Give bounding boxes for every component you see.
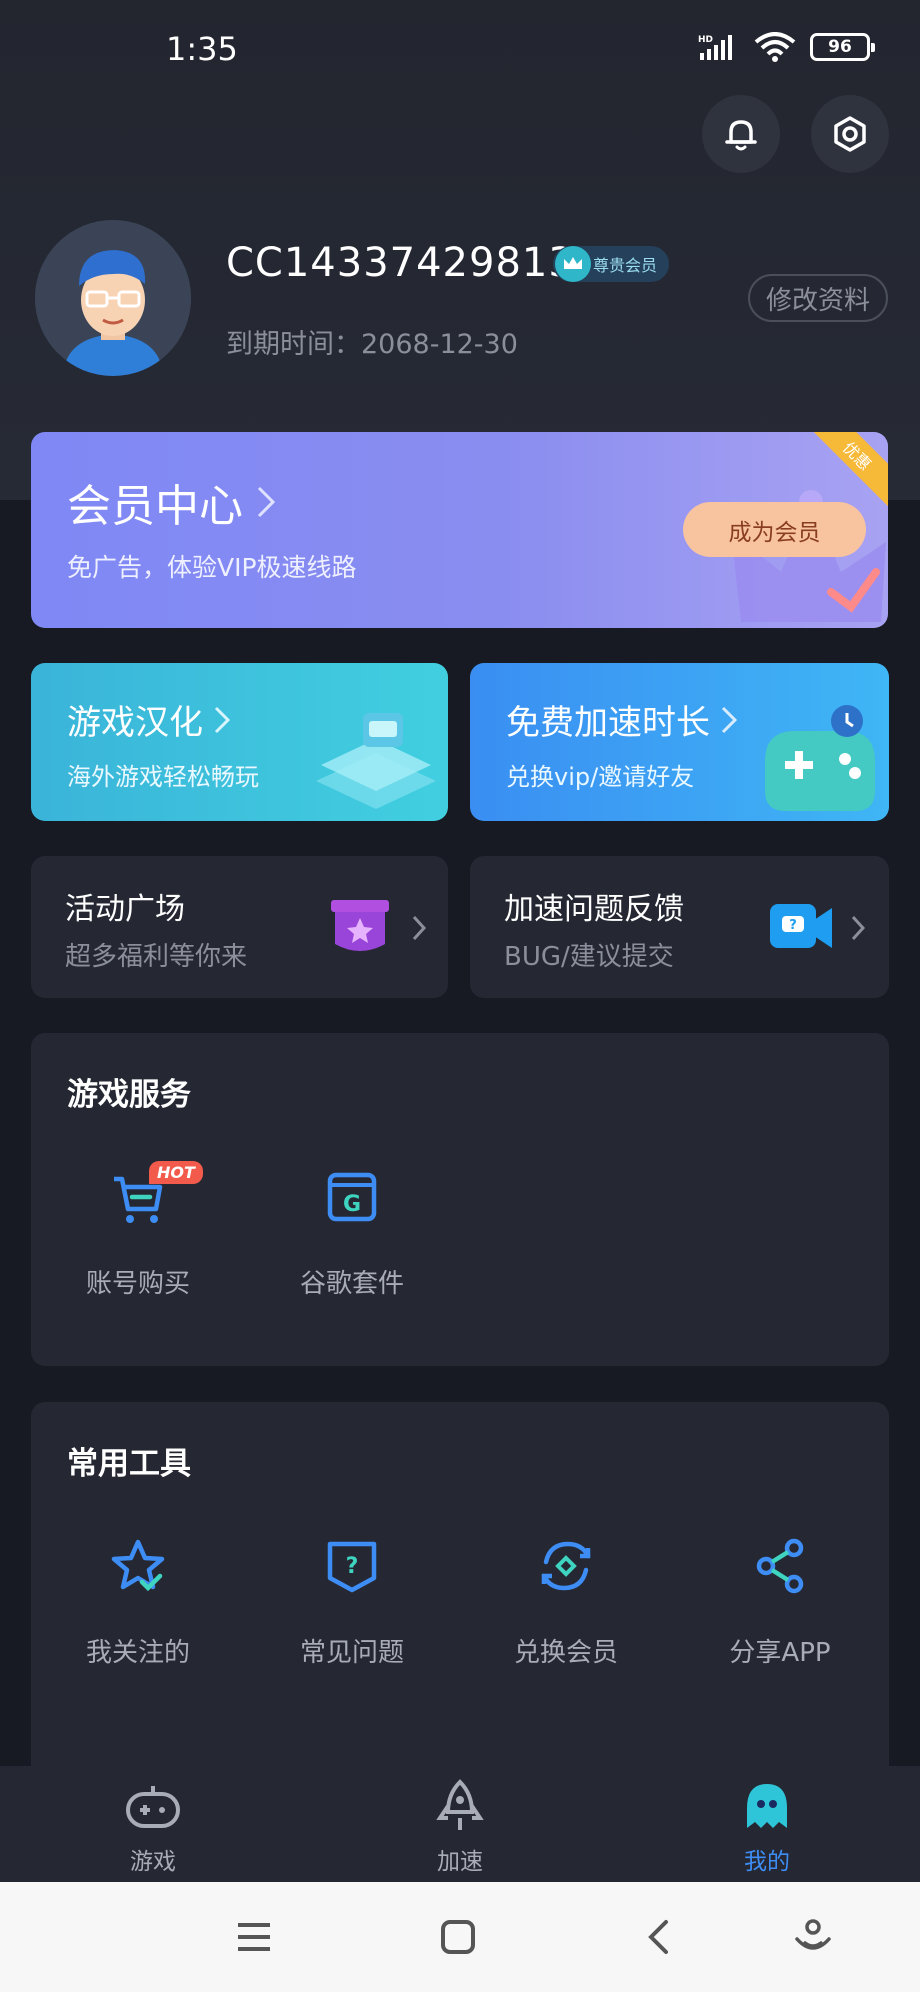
- bell-icon: [725, 120, 757, 151]
- followed-label: 我关注的: [85, 1638, 190, 1668]
- game-localization-title: 游戏汉化: [67, 695, 231, 744]
- game-localization-card[interactable]: 游戏汉化 海外游戏轻松畅玩: [31, 663, 448, 821]
- signal-icon: HD: [698, 35, 732, 60]
- become-member-button[interactable]: 成为会员: [683, 502, 866, 557]
- google-suite-label: 谷歌套件: [299, 1269, 404, 1299]
- avatar[interactable]: [35, 220, 191, 376]
- redeem-member-label: 兑换会员: [513, 1638, 618, 1668]
- svg-text:?: ?: [789, 918, 797, 933]
- expire-date: 到期时间：2068-12-30: [226, 329, 518, 360]
- menu-nav-button[interactable]: [229, 1912, 279, 1962]
- system-navigation-bar: [0, 1882, 920, 1992]
- tools-title: 常用工具: [67, 1446, 191, 1482]
- status-icons: HD 96: [698, 32, 875, 62]
- chevron-right-icon: [214, 706, 231, 733]
- free-time-label: 免费加速时长: [506, 703, 710, 743]
- vip-badge-label: 尊贵会员: [593, 256, 658, 275]
- gift-box-icon: [331, 900, 389, 951]
- activity-plaza-title: 活动广场: [65, 892, 185, 927]
- assistant-nav-button[interactable]: [788, 1912, 838, 1962]
- member-center-title: 会员中心: [67, 470, 277, 534]
- home-square-icon: [441, 1920, 475, 1954]
- gamepad-icon: [126, 1786, 180, 1828]
- share-app-label: 分享APP: [729, 1638, 831, 1668]
- hot-badge: HOT: [149, 1161, 203, 1184]
- account-purchase-label: 账号购买: [85, 1269, 190, 1299]
- back-icon: [648, 1920, 668, 1954]
- free-time-subtitle: 兑换vip/邀请好友: [506, 763, 695, 791]
- status-time: 1:35: [166, 30, 238, 68]
- battery-indicator: 96: [810, 33, 875, 61]
- game-services-title: 游戏服务: [67, 1077, 191, 1113]
- member-center-subtitle: 免广告，体验VIP极速线路: [67, 553, 357, 582]
- question-icon: ?: [327, 1541, 377, 1593]
- feedback-card[interactable]: 加速问题反馈 BUG/建议提交 ?: [470, 856, 889, 998]
- google-icon: G: [327, 1172, 377, 1222]
- tab-mine[interactable]: 我的: [614, 1766, 920, 1882]
- video-feedback-icon: ?: [770, 904, 832, 948]
- vip-badge: 尊贵会员: [553, 246, 670, 282]
- gear-icon: [834, 116, 866, 152]
- svg-text:HD: HD: [698, 35, 713, 45]
- chevron-right-icon: [412, 915, 427, 941]
- bottom-tab-bar: 游戏 加速 我的: [0, 1766, 920, 1882]
- exchange-icon: [541, 1541, 591, 1591]
- tab-games-label: 游戏: [130, 1849, 176, 1875]
- avatar-illustration: [35, 220, 191, 376]
- chevron-right-icon: [257, 486, 276, 518]
- tools-panel: 常用工具 我关注的 ? 常见问题 兑换会员 分享APP: [31, 1402, 889, 1782]
- svg-text:G: G: [343, 1192, 361, 1217]
- feedback-subtitle: BUG/建议提交: [504, 942, 674, 972]
- share-app-item[interactable]: 分享APP: [673, 1530, 887, 1669]
- account-purchase-item[interactable]: HOT 账号购买: [31, 1161, 245, 1300]
- star-icon: [111, 1539, 165, 1592]
- activity-plaza-subtitle: 超多福利等你来: [65, 942, 248, 972]
- free-time-card[interactable]: 免费加速时长 兑换vip/邀请好友: [470, 663, 889, 821]
- profile-icon: [747, 1784, 787, 1828]
- wifi-icon: [754, 32, 796, 62]
- game-services-panel: 游戏服务 HOT 账号购买 G 谷歌套件: [31, 1033, 889, 1366]
- notification-button[interactable]: [702, 95, 780, 173]
- member-center-card[interactable]: 会员中心 免广告，体验VIP极速线路 成为会员 优惠: [31, 432, 888, 628]
- followed-item[interactable]: 我关注的: [31, 1530, 245, 1669]
- game-localization-subtitle: 海外游戏轻松畅玩: [67, 763, 259, 791]
- tab-mine-label: 我的: [744, 1849, 790, 1875]
- feedback-title: 加速问题反馈: [504, 892, 684, 927]
- layers-icon: [316, 713, 436, 809]
- edit-profile-button[interactable]: 修改资料: [748, 274, 888, 322]
- game-localization-label: 游戏汉化: [67, 703, 203, 743]
- status-bar: 1:35 HD 96: [0, 0, 920, 100]
- activity-plaza-card[interactable]: 活动广场 超多福利等你来: [31, 856, 448, 998]
- chevron-right-icon: [851, 915, 866, 941]
- username: CC14337429813: [226, 240, 575, 286]
- gamepad-decoration-icon: [765, 705, 875, 811]
- settings-button[interactable]: [811, 95, 889, 173]
- chevron-right-icon: [721, 706, 738, 733]
- assistant-icon: [795, 1919, 831, 1950]
- crown-icon: [555, 246, 591, 282]
- rocket-icon: [436, 1779, 484, 1830]
- back-nav-button[interactable]: [633, 1912, 683, 1962]
- faq-item[interactable]: ? 常见问题: [245, 1530, 459, 1669]
- tab-accelerate[interactable]: 加速: [307, 1766, 613, 1882]
- faq-label: 常见问题: [299, 1638, 404, 1668]
- home-nav-button[interactable]: [433, 1912, 483, 1962]
- menu-icon: [238, 1923, 270, 1951]
- svg-text:?: ?: [346, 1554, 359, 1579]
- free-time-title: 免费加速时长: [506, 695, 738, 744]
- redeem-member-item[interactable]: 兑换会员: [459, 1530, 673, 1669]
- google-suite-item[interactable]: G 谷歌套件: [245, 1161, 459, 1300]
- tab-games[interactable]: 游戏: [0, 1766, 306, 1882]
- tab-accelerate-label: 加速: [437, 1849, 483, 1875]
- share-icon: [756, 1538, 804, 1594]
- member-center-label: 会员中心: [67, 481, 243, 532]
